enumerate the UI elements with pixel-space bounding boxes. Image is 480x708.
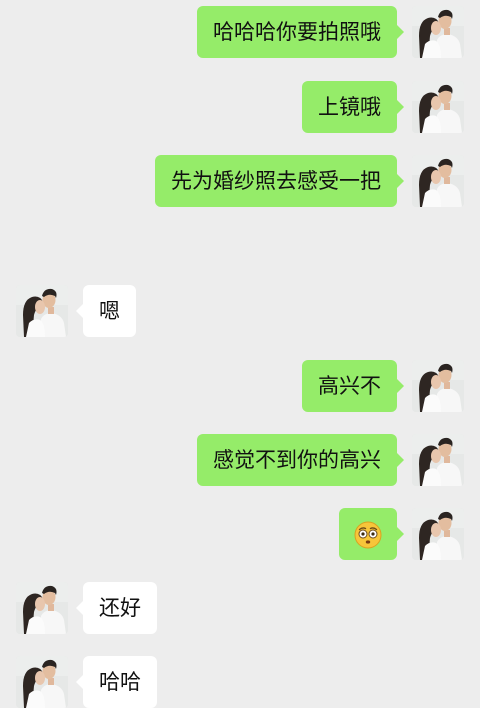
my-avatar[interactable]	[412, 508, 464, 560]
message-row-received: 嗯	[0, 285, 480, 337]
message-row-sent: 上镜哦	[0, 81, 480, 133]
message-bubble-sent[interactable]	[339, 508, 404, 560]
message-bubble-sent[interactable]: 上镜哦	[302, 81, 404, 133]
message-row-received: 哈哈	[0, 656, 480, 708]
message-bubble-sent[interactable]: 感觉不到你的高兴	[197, 434, 404, 486]
message-row-sent: 哈哈哈你要拍照哦	[0, 6, 480, 58]
message-bubble-received[interactable]: 嗯	[76, 285, 136, 337]
message-row-sent: 感觉不到你的高兴	[0, 434, 480, 486]
message-bubble-sent[interactable]: 先为婚纱照去感受一把	[155, 155, 404, 207]
message-bubble-received[interactable]: 哈哈	[76, 656, 157, 708]
contact-avatar[interactable]	[16, 656, 68, 708]
chat-message-list[interactable]: 哈哈哈你要拍照哦 上镜哦 先为婚纱照去感受一把 嗯 高兴不 感觉不到你的高兴 还…	[0, 0, 480, 708]
message-bubble-received[interactable]: 还好	[76, 582, 157, 634]
message-row-sent	[0, 508, 480, 560]
message-row-received: 还好	[0, 582, 480, 634]
message-bubble-sent[interactable]: 高兴不	[302, 360, 404, 412]
my-avatar[interactable]	[412, 6, 464, 58]
my-avatar[interactable]	[412, 360, 464, 412]
contact-avatar[interactable]	[16, 285, 68, 337]
wide-eyed-emoji-icon	[354, 521, 382, 549]
contact-avatar[interactable]	[16, 582, 68, 634]
my-avatar[interactable]	[412, 81, 464, 133]
message-bubble-sent[interactable]: 哈哈哈你要拍照哦	[197, 6, 404, 58]
message-row-sent: 先为婚纱照去感受一把	[0, 155, 480, 207]
my-avatar[interactable]	[412, 155, 464, 207]
my-avatar[interactable]	[412, 434, 464, 486]
message-row-sent: 高兴不	[0, 360, 480, 412]
